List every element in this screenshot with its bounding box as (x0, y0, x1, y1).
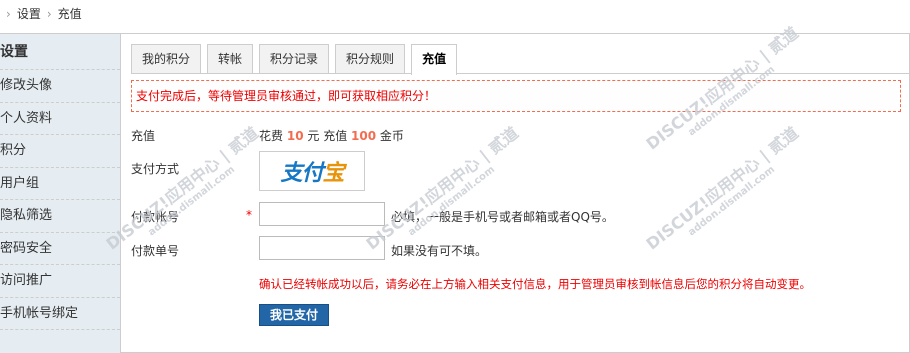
home-chevron-icon[interactable]: › (6, 0, 11, 28)
recharge-unit-coins: 金币 (379, 129, 404, 143)
tab-credit-rules[interactable]: 积分规则 (335, 44, 406, 73)
submit-paid-button[interactable]: 我已支付 (259, 304, 330, 326)
tab-bar: 我的积分 转帐 积分记录 积分规则 充值 (131, 44, 909, 75)
recharge-label: 充值 (131, 129, 156, 143)
main-panel: 我的积分 转帐 积分记录 积分规则 充值 支付完成后，等待管理员审核通过，即可获… (103, 23, 910, 353)
sidebar: 设置 修改头像 个人资料 积分 用户组 隐私筛选 密码安全 访问推广 手机帐号绑… (0, 33, 120, 353)
recharge-amount: 10 (286, 129, 304, 143)
recharge-prefix: 花费 (259, 129, 284, 143)
breadcrumb: › 设置 › 充值 (0, 0, 82, 28)
confirm-instructions: 确认已经转帐成功以后，请务必在上方输入相关支付信息，用于管理员审核到帐信息后您的… (259, 277, 811, 291)
tab-transfer[interactable]: 转帐 (207, 44, 254, 73)
sidebar-title: 设置 (0, 34, 120, 70)
recharge-coins: 100 (351, 129, 377, 143)
notice-banner: 支付完成后，等待管理员审核通过，即可获取相应积分！ (131, 80, 901, 112)
sidebar-item-password[interactable]: 密码安全 (0, 233, 120, 265)
order-number-input[interactable] (259, 236, 385, 260)
sidebar-item-usergroup[interactable]: 用户组 (0, 168, 120, 200)
sidebar-item-avatar[interactable]: 修改头像 (0, 70, 120, 103)
chevron-right-icon: › (46, 7, 52, 21)
account-hint: 必填，一般是手机号或者邮箱或者QQ号。 (391, 210, 614, 224)
sidebar-item-mobile-binding[interactable]: 手机帐号绑定 (0, 298, 120, 330)
sidebar-item-credits[interactable]: 积分 (0, 135, 120, 168)
account-input[interactable] (259, 202, 385, 226)
order-hint: 如果没有可不填。 (391, 244, 488, 258)
required-mark: * (246, 208, 252, 222)
recharge-unit-yuan: 元 充值 (307, 129, 348, 143)
order-label: 付款单号 (131, 244, 180, 258)
sidebar-item-privacy[interactable]: 隐私筛选 (0, 200, 120, 233)
breadcrumb-settings[interactable]: 设置 (17, 0, 41, 28)
watermark-logo: DISCUZ!应用中心 | 贰道 addon.dismall.com (642, 123, 802, 254)
payment-method-label: 支付方式 (131, 162, 180, 176)
alipay-logo-text: 支付宝 (280, 161, 344, 186)
account-label: 付款帐号 (131, 210, 180, 224)
breadcrumb-recharge: 充值 (57, 7, 82, 21)
tab-my-credits[interactable]: 我的积分 (131, 44, 202, 73)
sidebar-item-profile[interactable]: 个人资料 (0, 103, 120, 135)
recharge-value: 花费 10 元 充值 100 金币 (259, 127, 404, 144)
sidebar-item-promotion[interactable]: 访问推广 (0, 265, 120, 298)
tab-credit-log[interactable]: 积分记录 (259, 44, 330, 73)
alipay-logo[interactable]: 支付宝 (259, 151, 365, 191)
tab-recharge[interactable]: 充值 (411, 44, 458, 75)
